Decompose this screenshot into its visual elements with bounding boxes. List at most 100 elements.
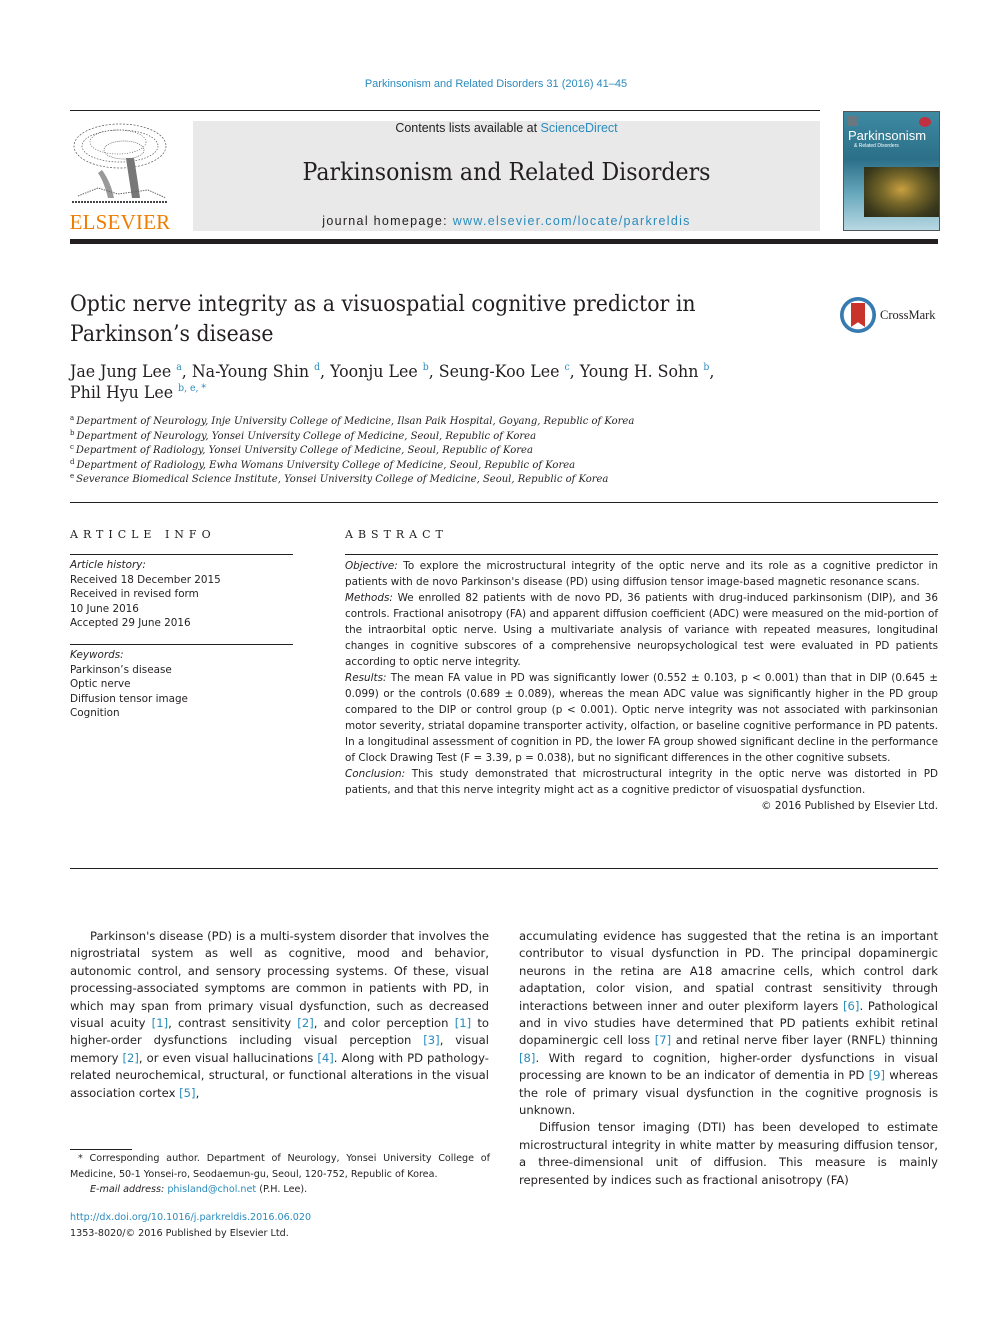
divider (345, 554, 938, 555)
affiliation-text: Department of Radiology, Yonsei Universi… (75, 445, 533, 456)
body-paragraph: accumulating evidence has suggested that… (519, 928, 938, 1119)
cover-society-emblem-icon (919, 117, 931, 127)
abstract-copyright: © 2016 Published by Elsevier Ltd. (761, 800, 938, 812)
affiliation-mark: a (70, 414, 75, 422)
email-suffix: (P.H. Lee). (256, 1184, 308, 1195)
article-title-line-2: Parkinson’s disease (70, 322, 274, 347)
issn-copyright: 1353-8020/© 2016 Published by Elsevier L… (70, 1227, 289, 1239)
citation-link[interactable]: [3] (423, 1033, 439, 1047)
homepage-prefix: journal homepage: (322, 214, 453, 228)
abstract-heading: ABSTRACT (345, 528, 448, 541)
citation-link[interactable]: [6] (843, 999, 859, 1013)
cover-subtitle: & Related Disorders (854, 143, 899, 149)
article-info-heading: ARTICLE INFO (70, 528, 216, 541)
abstract-methods: Methods: We enrolled 82 patients with de… (345, 590, 938, 670)
journal-homepage-link[interactable]: www.elsevier.com/locate/parkreldis (453, 214, 691, 228)
history-item: 10 June 2016 (70, 602, 139, 615)
affiliation-item: e Severance Biomedical Science Institute,… (70, 473, 770, 488)
author-separator: , (569, 362, 580, 382)
running-head-journal-citation[interactable]: Parkinsonism and Related Disorders 31 (2… (0, 78, 992, 90)
abstract-objective: Objective: To explore the microstructura… (345, 558, 938, 590)
author-name[interactable]: Seung-Koo Lee (439, 362, 560, 382)
affiliation-list: a Department of Neurology, Inje Universit… (70, 415, 770, 488)
footnote-rule (70, 1149, 132, 1150)
citation-link[interactable]: [2] (297, 1016, 313, 1030)
top-rule (70, 110, 820, 111)
keyword-item: Cognition (70, 707, 120, 719)
sciencedirect-link[interactable]: ScienceDirect (541, 121, 618, 135)
journal-homepage-line: journal homepage: www.elsevier.com/locat… (193, 214, 820, 228)
article-history-label: Article history: (70, 559, 146, 571)
elsevier-tree-icon (68, 118, 172, 208)
elsevier-wordmark: ELSEVIER (69, 210, 171, 234)
body-text: , and color perception (313, 1016, 455, 1031)
citation-link[interactable]: [9] (869, 1068, 885, 1082)
affiliation-text: Department of Neurology, Inje University… (76, 416, 635, 427)
divider (70, 868, 938, 869)
body-paragraph: Diffusion tensor imaging (DTI) has been … (519, 1120, 938, 1187)
cover-title: Parkinsonism (848, 128, 927, 143)
abstract-section-label: Objective: (345, 560, 398, 572)
corresponding-author-footnote: * Corresponding author. Department of Ne… (70, 1151, 490, 1198)
divider (70, 554, 293, 555)
author-name[interactable]: Phil Hyu Lee (70, 383, 173, 403)
history-item: Received 18 December 2015 (70, 573, 221, 586)
author-name[interactable]: Yoonju Lee (330, 362, 418, 382)
crossmark-button[interactable]: CrossMark (840, 297, 940, 333)
author-name[interactable]: Young H. Sohn (580, 362, 699, 382)
author-name[interactable]: Na-Young Shin (192, 362, 309, 382)
affiliation-mark: d (70, 457, 75, 466)
affiliation-mark: e (70, 472, 75, 480)
keyword-item: Parkinson’s disease (70, 663, 172, 676)
email-link[interactable]: phisland@chol.net (167, 1184, 256, 1195)
journal-cover-image[interactable]: Parkinsonism & Related Disorders (843, 111, 940, 231)
cover-leaf-photo (864, 167, 939, 217)
citation-link[interactable]: [1] (152, 1016, 168, 1030)
abstract-conclusion: Conclusion: This study demonstrated that… (345, 766, 938, 798)
author-separator: , (709, 362, 715, 382)
history-item: Accepted 29 June 2016 (70, 617, 191, 629)
abstract-section-label: Methods: (345, 592, 393, 604)
affiliation-item: c Department of Radiology, Yonsei Univers… (70, 444, 770, 459)
elsevier-logo[interactable]: ELSEVIER (68, 118, 172, 234)
journal-name: Parkinsonism and Related Disorders (302, 158, 711, 186)
abstract-section-text: The mean FA value in PD was significantl… (345, 672, 938, 764)
affiliation-text: Department of Radiology, Ewha Womans Uni… (76, 459, 576, 471)
body-text: and retinal nerve fiber layer (RNFL) thi… (671, 1033, 938, 1048)
abstract-section-text: We enrolled 82 patients with de novo PD,… (345, 592, 938, 668)
email-label: E-mail address: (90, 1184, 165, 1195)
abstract-results: Results: The mean FA value in PD was sig… (345, 670, 938, 766)
divider (70, 502, 938, 503)
citation-link[interactable]: [5] (179, 1086, 195, 1100)
affiliation-item: d Department of Radiology, Ewha Womans Un… (70, 457, 770, 474)
abstract-section-text: This study demonstrated that microstruct… (345, 768, 938, 796)
abstract-body: Objective: To explore the microstructura… (345, 558, 938, 814)
abstract-section-label: Results: (345, 672, 387, 684)
citation-link[interactable]: [2] (122, 1051, 138, 1065)
keyword-item: Diffusion tensor image (70, 692, 188, 705)
article-title-line-1: Optic nerve integrity as a visuospatial … (70, 292, 696, 317)
citation-link[interactable]: [4] (317, 1051, 333, 1065)
keywords: Keywords: Parkinson’s disease Optic nerv… (70, 648, 293, 721)
author-list: Jae Jung Lee a, Na-Young Shin d, Yoonju … (70, 362, 740, 404)
body-text: , contrast sensitivity (168, 1016, 298, 1031)
author-name[interactable]: Jae Jung Lee (70, 362, 171, 382)
keywords-label: Keywords: (70, 649, 124, 661)
author-affiliation-link[interactable]: b, e, * (178, 383, 206, 394)
abstract-section-label: Conclusion: (345, 768, 406, 780)
doi-link[interactable]: http://dx.doi.org/10.1016/j.parkreldis.2… (70, 1210, 490, 1226)
citation-link[interactable]: [8] (519, 1051, 535, 1065)
citation-link[interactable]: [7] (655, 1033, 671, 1047)
cover-publisher-icon (848, 116, 858, 126)
article-title: Optic nerve integrity as a visuospatial … (70, 290, 721, 350)
crossmark-label: CrossMark (880, 308, 936, 322)
author-separator: , (320, 362, 331, 382)
citation-link[interactable]: [1] (455, 1016, 471, 1030)
abstract-section-text: To explore the microstructural integrity… (345, 560, 938, 588)
affiliation-item: a Department of Neurology, Inje Universit… (70, 415, 770, 430)
affiliation-text: Department of Neurology, Yonsei Universi… (76, 430, 537, 442)
affiliation-mark: b (70, 428, 75, 437)
journal-banner: Contents lists available at ScienceDirec… (193, 121, 820, 231)
divider (70, 644, 293, 645)
affiliation-text: Severance Biomedical Science Institute, … (76, 474, 609, 485)
